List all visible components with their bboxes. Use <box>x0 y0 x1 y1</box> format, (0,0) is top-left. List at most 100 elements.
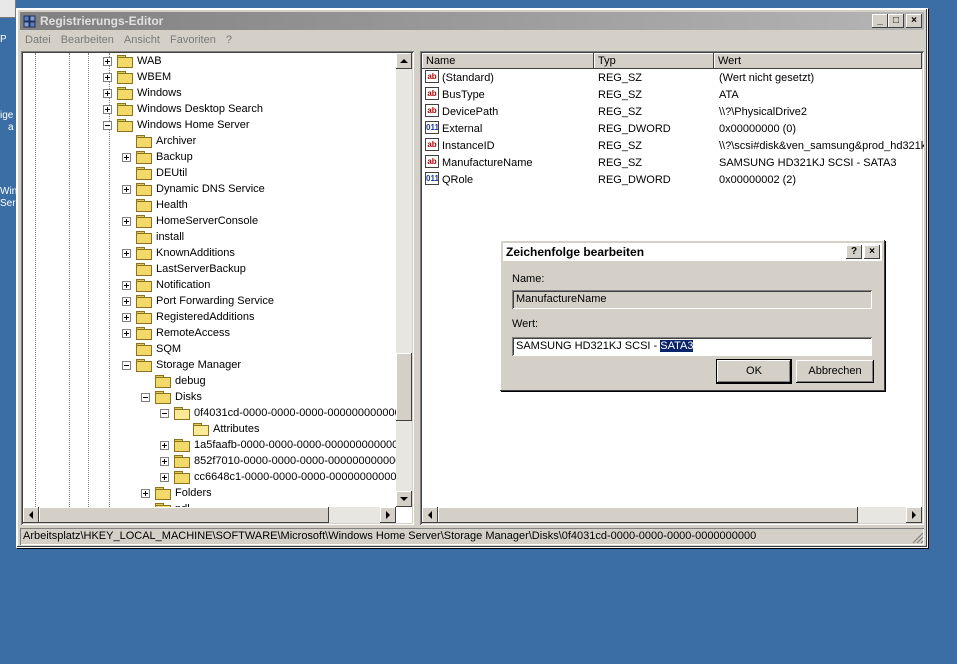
collapse-icon[interactable] <box>160 409 169 418</box>
registry-value-row[interactable]: ab DevicePath REG_SZ \\?\PhysicalDrive2 <box>422 104 922 121</box>
list-horizontal-scrollbar[interactable] <box>422 507 922 523</box>
expand-icon[interactable] <box>122 185 131 194</box>
tree-item[interactable]: DEUtil <box>23 165 397 181</box>
scroll-left-button[interactable] <box>23 507 39 523</box>
key-tree[interactable]: WAB WBEM Windows Windows Desktop Search Wind… <box>23 53 397 507</box>
tree-item[interactable]: Archiver <box>23 133 397 149</box>
column-header-type[interactable]: Typ <box>594 53 714 69</box>
tree-item[interactable]: Notification <box>23 277 397 293</box>
tree-item[interactable]: 0f4031cd-0000-0000-0000-000000000000 <box>23 405 397 421</box>
title-bar[interactable]: Registrierungs-Editor _ □ × <box>20 12 924 30</box>
tree-item[interactable]: install <box>23 229 397 245</box>
arrow-down-icon <box>400 497 408 505</box>
ok-button[interactable]: OK <box>716 359 792 384</box>
tree-item[interactable]: Backup <box>23 149 397 165</box>
tree-item[interactable]: Windows Desktop Search <box>23 101 397 117</box>
name-field[interactable]: ManufactureName <box>512 290 872 309</box>
close-icon: × <box>869 246 875 257</box>
list-hscroll-thumb[interactable] <box>438 507 858 523</box>
expand-icon[interactable] <box>122 249 131 258</box>
scroll-up-button[interactable] <box>396 53 412 69</box>
tree-vertical-scrollbar[interactable] <box>396 53 412 507</box>
tree-item[interactable]: Dynamic DNS Service <box>23 181 397 197</box>
expand-icon[interactable] <box>160 473 169 482</box>
tree-item-label: Archiver <box>156 135 197 147</box>
registry-value-row[interactable]: ab (Standard) REG_SZ (Wert nicht gesetzt) <box>422 70 922 87</box>
tree-item[interactable]: Storage Manager <box>23 357 397 373</box>
registry-value-row[interactable]: 011 External REG_DWORD 0x00000000 (0) <box>422 121 922 138</box>
dialog-title-bar[interactable]: Zeichenfolge bearbeiten ? × <box>503 243 882 261</box>
tree-item[interactable]: Health <box>23 197 397 213</box>
column-header-value[interactable]: Wert <box>714 53 922 69</box>
registry-value-row[interactable]: ab BusType REG_SZ ATA <box>422 87 922 104</box>
menu-ansicht[interactable]: Ansicht <box>119 32 165 49</box>
key-tree-pane[interactable]: WAB WBEM Windows Windows Desktop Search Wind… <box>21 51 414 525</box>
expand-icon[interactable] <box>122 329 131 338</box>
tree-item[interactable]: LastServerBackup <box>23 261 397 277</box>
tree-item[interactable]: debug <box>23 373 397 389</box>
scroll-down-button[interactable] <box>396 491 412 507</box>
tree-item[interactable]: 1a5faafb-0000-0000-0000-000000000000 <box>23 437 397 453</box>
expand-icon[interactable] <box>122 297 131 306</box>
expand-icon[interactable] <box>160 441 169 450</box>
minimize-icon: _ <box>877 15 883 26</box>
tree-item-label: Backup <box>156 151 193 163</box>
tree-item[interactable]: Windows <box>23 85 397 101</box>
resize-grip-icon[interactable] <box>912 532 924 544</box>
scroll-left-button[interactable] <box>422 507 438 523</box>
menu-favoriten[interactable]: Favoriten <box>165 32 221 49</box>
registry-value-row[interactable]: ab InstanceID REG_SZ \\?\scsi#disk&ven_sams… <box>422 138 924 155</box>
expand-icon[interactable] <box>122 313 131 322</box>
tree-scroll-thumb[interactable] <box>396 353 412 421</box>
expand-icon[interactable] <box>103 105 112 114</box>
minimize-button[interactable]: _ <box>872 14 888 28</box>
expand-icon[interactable] <box>160 457 169 466</box>
expand-icon[interactable] <box>103 89 112 98</box>
value-input[interactable]: SAMSUNG HD321KJ SCSI - SATA3 <box>512 337 872 356</box>
tree-item[interactable]: RemoteAccess <box>23 325 397 341</box>
registry-value-row[interactable]: ab ManufactureName REG_SZ SAMSUNG HD321KJ S… <box>422 155 922 172</box>
tree-item[interactable]: Attributes <box>23 421 397 437</box>
column-header-name[interactable]: Name <box>422 53 594 69</box>
scroll-right-button[interactable] <box>380 507 396 523</box>
close-button[interactable]: × <box>906 14 922 28</box>
dialog-close-button[interactable]: × <box>864 245 880 259</box>
cancel-button[interactable]: Abbrechen <box>796 360 874 383</box>
menu-bearbeiten[interactable]: Bearbeiten <box>56 32 119 49</box>
expand-icon[interactable] <box>103 57 112 66</box>
expand-icon[interactable] <box>122 281 131 290</box>
tree-item[interactable]: Disks <box>23 389 397 405</box>
registry-value-row[interactable]: 011 QRole REG_DWORD 0x00000002 (2) <box>422 172 922 189</box>
tree-item[interactable]: Folders <box>23 485 397 501</box>
menu-datei[interactable]: Datei <box>20 32 56 49</box>
scroll-right-button[interactable] <box>906 507 922 523</box>
collapse-icon[interactable] <box>141 393 150 402</box>
tree-item[interactable]: Windows Home Server <box>23 117 397 133</box>
tree-item[interactable]: SQM <box>23 341 397 357</box>
dialog-help-button[interactable]: ? <box>846 245 862 259</box>
tree-item[interactable]: WBEM <box>23 69 397 85</box>
tree-horizontal-scrollbar[interactable] <box>23 507 396 523</box>
expand-icon[interactable] <box>141 489 150 498</box>
menu-help[interactable]: ? <box>221 32 237 49</box>
tree-item[interactable]: HomeServerConsole <box>23 213 397 229</box>
tree-item-label: Attributes <box>213 423 260 435</box>
tree-item[interactable]: KnownAdditions <box>23 245 397 261</box>
tree-item[interactable]: cc6648c1-0000-0000-0000-000000000000 <box>23 469 397 485</box>
tree-item[interactable]: RegisteredAdditions <box>23 309 397 325</box>
tree-item[interactable]: Port Forwarding Service <box>23 293 397 309</box>
desktop-icon-text: Win <box>0 186 18 197</box>
expand-icon[interactable] <box>122 217 131 226</box>
tree-item-label: SQM <box>156 343 182 355</box>
collapse-icon[interactable] <box>122 361 131 370</box>
maximize-button[interactable]: □ <box>888 14 904 28</box>
expand-icon[interactable] <box>103 73 112 82</box>
folder-icon <box>136 135 152 148</box>
open-folder-icon <box>174 407 190 420</box>
collapse-icon[interactable] <box>103 121 112 130</box>
tree-item[interactable]: 852f7010-0000-0000-0000-000000000000 <box>23 453 397 469</box>
tree-item[interactable]: WAB <box>23 53 397 69</box>
folder-icon <box>136 247 152 260</box>
tree-hscroll-thumb[interactable] <box>39 507 329 523</box>
expand-icon[interactable] <box>122 153 131 162</box>
